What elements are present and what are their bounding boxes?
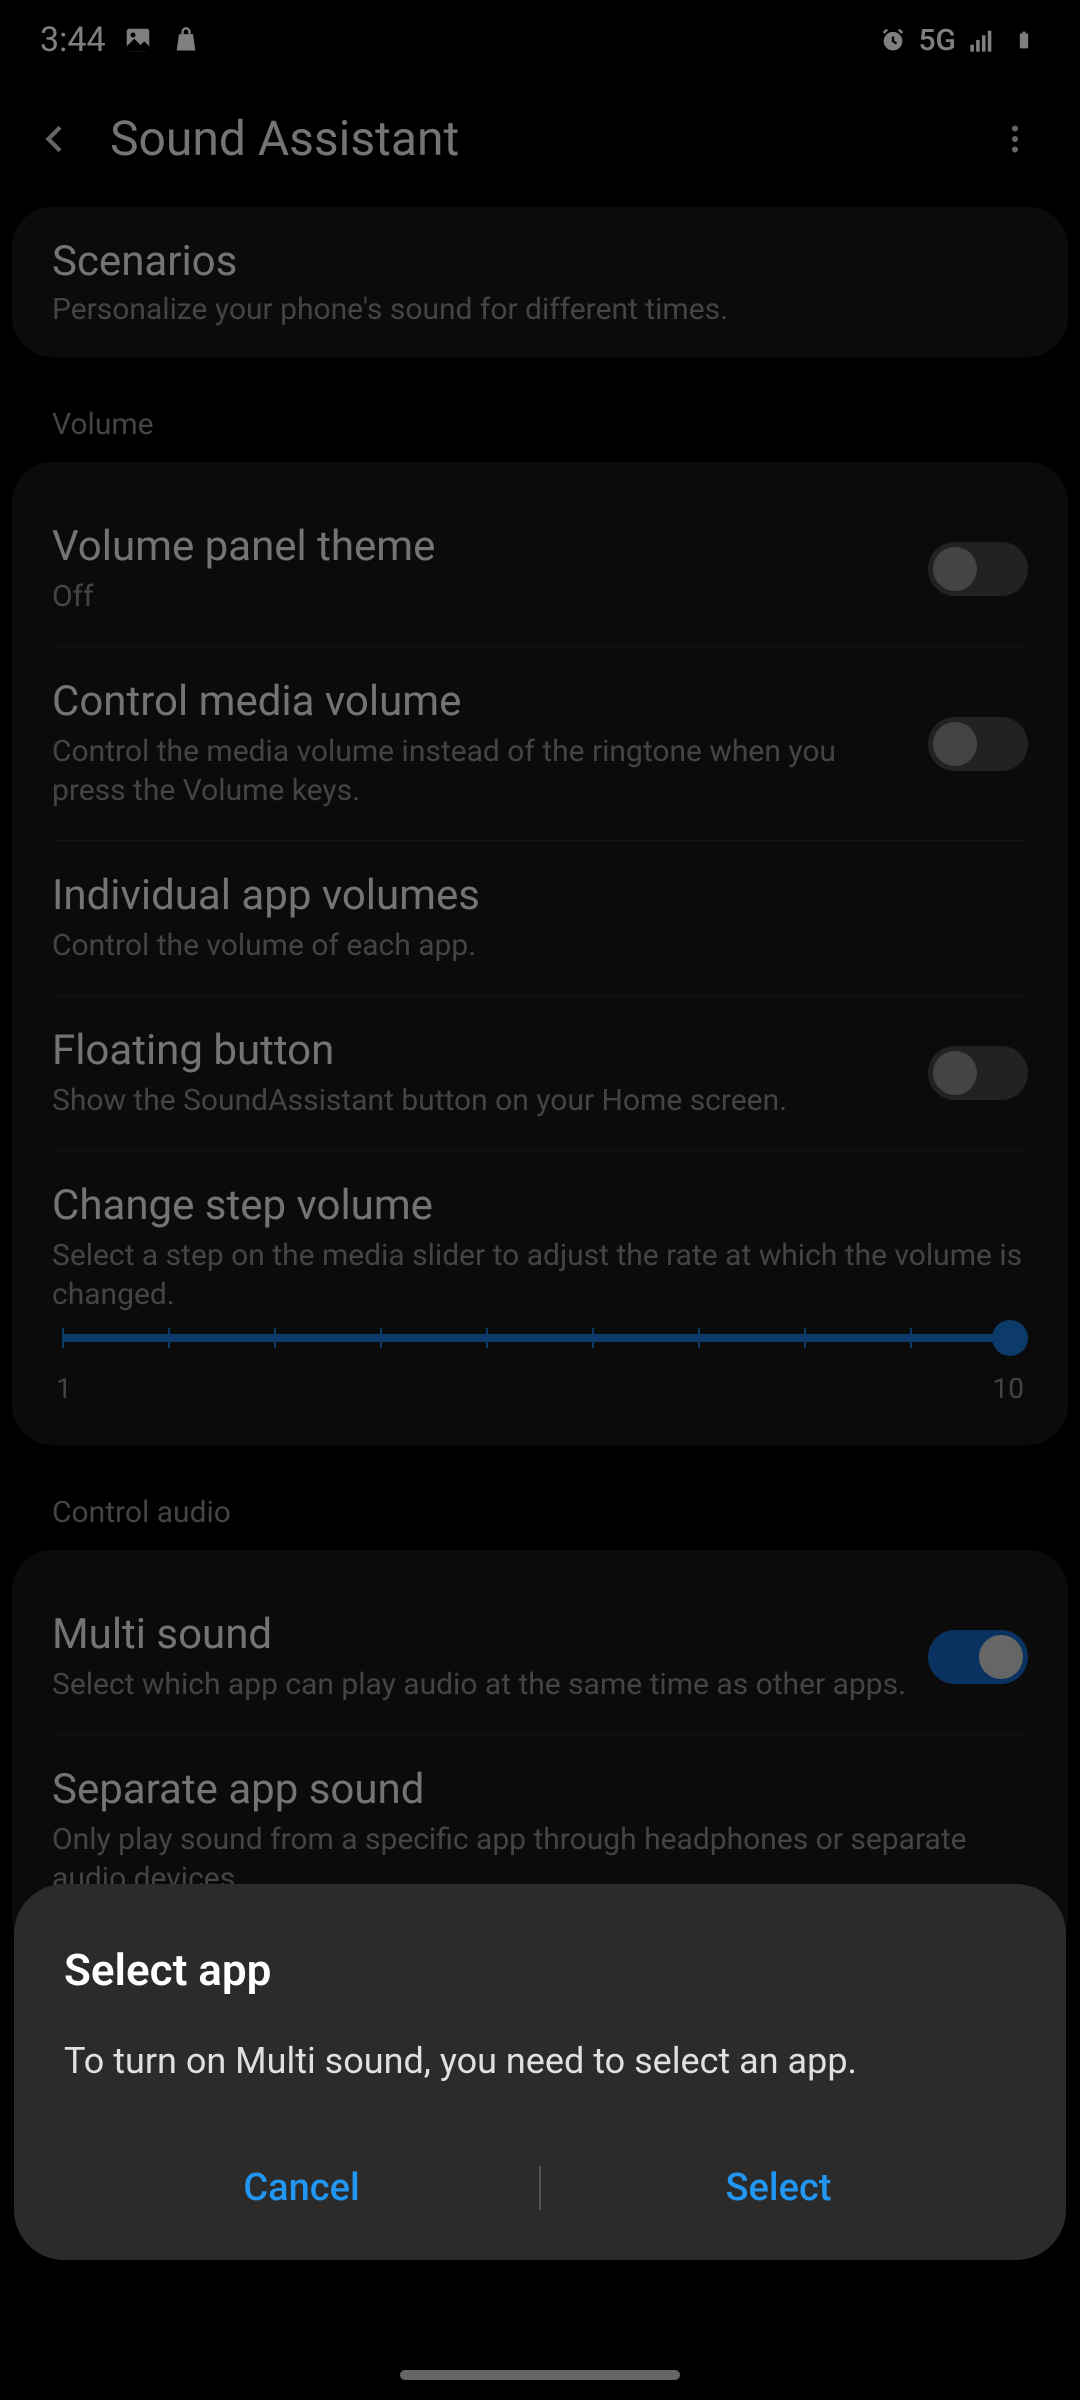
toggle-control-media[interactable] [928, 717, 1028, 771]
setting-sub: Control the media volume instead of the … [52, 732, 908, 810]
shopping-icon [170, 24, 202, 56]
setting-sub: Control the volume of each app. [52, 926, 1008, 965]
setting-title: Multi sound [52, 1610, 908, 1659]
setting-sub: Show the SoundAssistant button on your H… [52, 1081, 908, 1120]
setting-change-step: Change step volume Select a step on the … [52, 1151, 1028, 1415]
slider-max: 10 [993, 1372, 1024, 1405]
setting-title: Change step volume [52, 1181, 1028, 1230]
more-button[interactable] [990, 114, 1040, 164]
page-title: Sound Assistant [110, 110, 960, 167]
slider-min: 1 [56, 1372, 72, 1405]
slider-thumb[interactable] [992, 1320, 1028, 1356]
setting-individual-volumes[interactable]: Individual app volumes Control the volum… [52, 841, 1028, 996]
step-slider[interactable] [62, 1334, 1018, 1342]
setting-multi-sound[interactable]: Multi sound Select which app can play au… [52, 1580, 1028, 1735]
nav-indicator[interactable] [400, 2370, 680, 2380]
network-label: 5G [919, 23, 957, 58]
setting-volume-panel[interactable]: Volume panel theme Off [52, 492, 1028, 647]
setting-control-media[interactable]: Control media volume Control the media v… [52, 647, 1028, 841]
volume-card: Volume panel theme Off Control media vol… [12, 462, 1068, 1445]
dialog-message: To turn on Multi sound, you need to sele… [64, 2036, 1016, 2086]
signal-icon [966, 24, 998, 56]
section-volume: Volume [12, 377, 1068, 462]
setting-sub: Off [52, 577, 908, 616]
setting-sub: Select which app can play audio at the s… [52, 1665, 908, 1704]
alarm-icon [877, 24, 909, 56]
setting-title: Floating button [52, 1026, 908, 1075]
cancel-button[interactable]: Cancel [64, 2146, 539, 2230]
setting-floating-button[interactable]: Floating button Show the SoundAssistant … [52, 996, 1028, 1151]
scenarios-title: Scenarios [52, 237, 1028, 286]
back-button[interactable] [30, 114, 80, 164]
toggle-floating[interactable] [928, 1046, 1028, 1100]
status-time: 3:44 [40, 20, 106, 60]
select-app-dialog: Select app To turn on Multi sound, you n… [14, 1884, 1066, 2260]
dialog-title: Select app [64, 1944, 1016, 1996]
app-bar: Sound Assistant [0, 80, 1080, 207]
setting-title: Volume panel theme [52, 522, 908, 571]
status-bar: 3:44 5G [0, 0, 1080, 80]
select-button[interactable]: Select [541, 2146, 1016, 2230]
setting-title: Control media volume [52, 677, 908, 726]
image-icon [122, 24, 154, 56]
setting-title: Separate app sound [52, 1765, 1008, 1814]
setting-title: Individual app volumes [52, 871, 1008, 920]
toggle-multi-sound[interactable] [928, 1630, 1028, 1684]
battery-icon [1008, 24, 1040, 56]
toggle-volume-panel[interactable] [928, 542, 1028, 596]
scenarios-card[interactable]: Scenarios Personalize your phone's sound… [12, 207, 1068, 357]
setting-sub: Select a step on the media slider to adj… [52, 1236, 1028, 1314]
scenarios-sub: Personalize your phone's sound for diffe… [52, 292, 1028, 327]
section-control-audio: Control audio [12, 1465, 1068, 1550]
